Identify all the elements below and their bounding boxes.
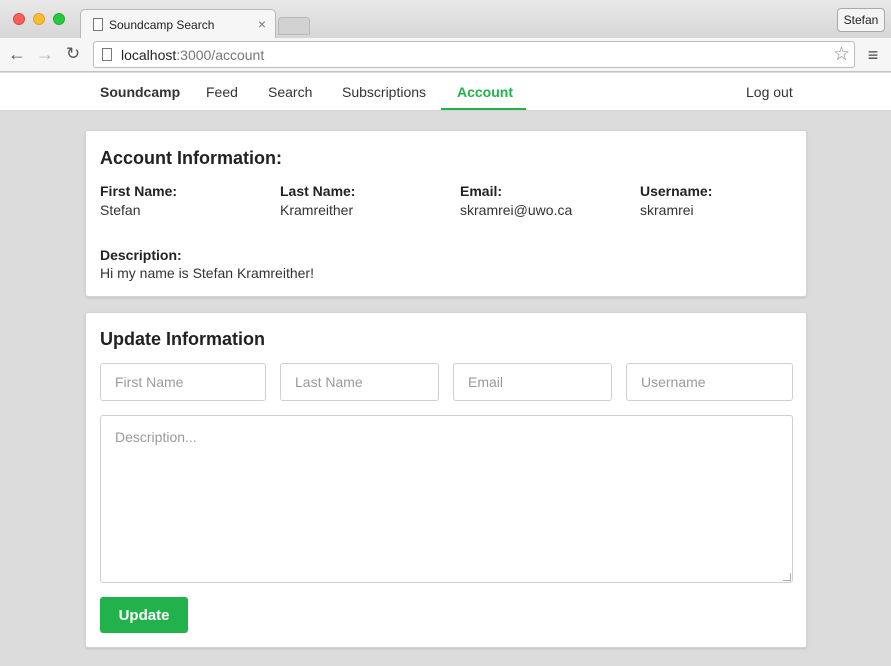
window-close-button[interactable] <box>13 13 25 25</box>
bookmark-star-icon[interactable]: ☆ <box>833 43 850 66</box>
update-info-title: Update Information <box>100 329 265 349</box>
last-name-value: Kramreither <box>280 202 354 218</box>
browser-toolbar: ← → ↻ localhost:3000/account ☆ ≡ <box>0 38 891 72</box>
logout-link[interactable]: Log out <box>746 84 793 100</box>
description-textarea[interactable] <box>100 415 793 583</box>
page-icon <box>93 18 103 31</box>
nav-item-search[interactable]: Search <box>268 84 312 100</box>
username-input[interactable] <box>626 363 793 401</box>
window-minimize-button[interactable] <box>33 13 45 25</box>
url-text: localhost:3000/account <box>121 47 264 63</box>
first-name-label: First Name: <box>100 183 178 199</box>
last-name-label: Last Name: <box>280 183 356 199</box>
description-label: Description: <box>100 247 182 263</box>
url-host: localhost <box>121 47 177 63</box>
first-name-input[interactable] <box>100 363 266 401</box>
nav-item-subscriptions[interactable]: Subscriptions <box>342 84 426 100</box>
email-value: skramrei@uwo.ca <box>460 202 573 218</box>
page-icon <box>102 48 112 61</box>
account-info-card: Account Information: First Name: Stefan … <box>85 130 807 297</box>
tab-close-icon[interactable]: × <box>258 16 266 32</box>
active-tab-indicator <box>441 108 526 110</box>
browser-tab[interactable]: Soundcamp Search × <box>80 9 276 39</box>
profile-button[interactable]: Stefan <box>837 8 885 32</box>
back-arrow-icon[interactable]: ← <box>6 42 28 66</box>
nav-item-account[interactable]: Account <box>457 84 513 100</box>
url-path: :3000/account <box>176 47 265 63</box>
window-maximize-button[interactable] <box>53 13 65 25</box>
brand-logo[interactable]: Soundcamp <box>100 84 180 100</box>
new-tab-button[interactable] <box>278 17 310 35</box>
update-button[interactable]: Update <box>100 597 188 633</box>
first-name-value: Stefan <box>100 202 141 218</box>
menu-icon[interactable]: ≡ <box>864 44 882 66</box>
browser-titlebar: Soundcamp Search × Stefan <box>0 0 891 39</box>
address-bar[interactable]: localhost:3000/account ☆ <box>93 41 855 68</box>
nav-item-feed[interactable]: Feed <box>206 84 238 100</box>
update-info-card: Update Information Update <box>85 312 807 648</box>
reload-icon[interactable]: ↻ <box>62 42 84 66</box>
tab-title: Soundcamp Search <box>109 18 215 32</box>
username-label: Username: <box>640 183 713 199</box>
resize-handle-icon[interactable] <box>783 573 791 581</box>
app-navbar: Soundcamp Feed Search Subscriptions Acco… <box>0 73 891 111</box>
username-value: skramrei <box>640 202 694 218</box>
last-name-input[interactable] <box>280 363 439 401</box>
email-label: Email: <box>460 183 503 199</box>
forward-arrow-icon[interactable]: → <box>34 42 56 66</box>
description-value: Hi my name is Stefan Kramreither! <box>100 265 314 281</box>
email-input[interactable] <box>453 363 612 401</box>
account-info-title: Account Information: <box>100 148 282 168</box>
